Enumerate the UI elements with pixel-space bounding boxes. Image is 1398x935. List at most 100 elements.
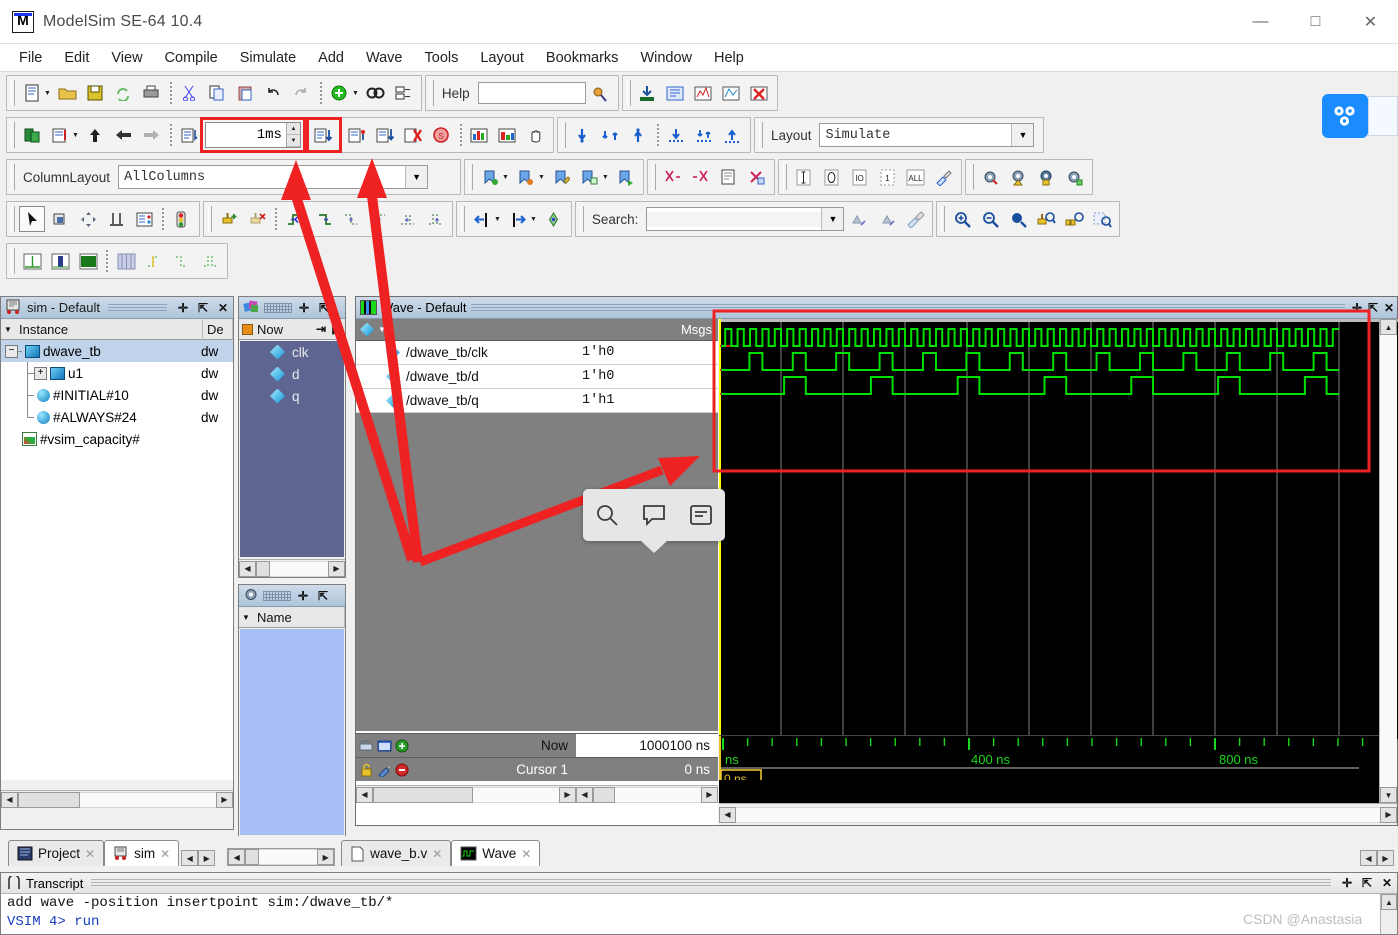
toolbar-grip[interactable]	[461, 206, 465, 232]
grid-icon[interactable]	[113, 248, 139, 274]
scroll-left-button[interactable]: ◀	[719, 806, 736, 823]
toolbar-grip[interactable]	[651, 164, 656, 190]
zoom-cursor-icon[interactable]	[1033, 206, 1059, 232]
toolbar-grip[interactable]	[11, 80, 15, 106]
dock-button[interactable]: ✛	[1349, 300, 1365, 316]
scroll-left-button[interactable]: ◀	[356, 786, 373, 803]
undock-button[interactable]: ⇱	[316, 300, 332, 316]
config-ok-icon[interactable]	[1062, 164, 1088, 190]
edit-props-icon[interactable]	[131, 206, 157, 232]
comment-icon[interactable]	[639, 500, 669, 530]
config-icon[interactable]	[978, 164, 1004, 190]
wave-signal-row-q[interactable]: /dwave_tb/q	[356, 389, 576, 413]
scroll-right-button[interactable]: ▶	[328, 560, 345, 577]
tab-sim[interactable]: sim ✕	[104, 840, 180, 866]
find-prev-icon[interactable]	[846, 206, 872, 232]
toolbar-grip[interactable]	[626, 80, 631, 106]
object-item-clk[interactable]: clk	[240, 341, 344, 363]
simulate-icon[interactable]	[691, 80, 717, 106]
stop-icon[interactable]: S	[429, 122, 455, 148]
toolbar-grip[interactable]	[782, 164, 787, 190]
hand-icon[interactable]	[523, 122, 549, 148]
tab-scroll-right-button[interactable]: ▶	[198, 850, 216, 866]
close-pane-button[interactable]: ✕	[1381, 300, 1397, 316]
insert-signal-icon[interactable]	[570, 122, 596, 148]
bookmark-remove-icon[interactable]	[513, 164, 539, 190]
wave-signal-row-d[interactable]: /dwave_tb/d	[356, 365, 576, 389]
prev-edge-icon[interactable]	[282, 206, 308, 232]
scroll-thumb[interactable]	[593, 786, 615, 803]
copy-icon[interactable]	[205, 80, 231, 106]
io-icon[interactable]: IO	[847, 164, 873, 190]
run-length-input[interactable]	[205, 123, 286, 147]
scroll-left-button[interactable]: ◀	[1, 791, 18, 808]
menu-edit[interactable]: Edit	[53, 47, 100, 69]
cut-icon[interactable]	[177, 80, 203, 106]
scroll-thumb[interactable]	[373, 786, 473, 803]
scroll-thumb[interactable]	[18, 791, 80, 808]
simulate-all-icon[interactable]	[719, 80, 745, 106]
collapse-toggle[interactable]: −	[5, 344, 18, 358]
menu-compile[interactable]: Compile	[154, 47, 229, 69]
find-rising-icon[interactable]	[366, 206, 392, 232]
chevron-down-icon[interactable]: ▼	[502, 174, 509, 181]
back-arrow-icon[interactable]	[111, 122, 137, 148]
close-pane-button[interactable]: ✕	[1379, 875, 1395, 891]
scroll-right-button[interactable]: ▶	[701, 786, 718, 803]
bookmark-edit-icon[interactable]	[549, 164, 575, 190]
baidu-badge-icon[interactable]	[1322, 94, 1368, 138]
wave-signal-hscrollbar[interactable]: ◀ ▶	[356, 785, 576, 803]
bookmark-goto-icon[interactable]	[613, 164, 639, 190]
minimize-button[interactable]: —	[1233, 0, 1288, 44]
close-tab-icon[interactable]: ✕	[432, 847, 442, 861]
scroll-right-button[interactable]: ▶	[1380, 806, 1397, 823]
text-lines-icon[interactable]	[686, 500, 716, 530]
config-warn-icon[interactable]	[1006, 164, 1032, 190]
close-pane-button[interactable]: ✕	[215, 300, 231, 316]
tab-scroll-left-button[interactable]: ◀	[181, 850, 199, 866]
profile-icon[interactable]	[467, 122, 493, 148]
forward-arrow-icon[interactable]	[139, 122, 165, 148]
run-length-field[interactable]: ▲ ▼	[199, 117, 306, 153]
bookmark-list-icon[interactable]	[577, 164, 603, 190]
menu-file[interactable]: File	[8, 47, 53, 69]
undock-button[interactable]: ⇱	[1365, 300, 1381, 316]
undock-button[interactable]: ⇱	[1359, 875, 1375, 891]
properties-icon[interactable]	[391, 80, 417, 106]
close-tab-icon[interactable]: ✕	[85, 847, 95, 861]
tab-project[interactable]: Project ✕	[8, 840, 105, 866]
spin-up-icon[interactable]: ▲	[286, 123, 300, 135]
up-arrow-icon[interactable]	[83, 122, 109, 148]
close-button[interactable]: ✕	[1343, 0, 1398, 44]
next-icon[interactable]: ▶	[329, 321, 345, 337]
toolbar-grip[interactable]	[11, 122, 15, 148]
zoom-range-icon[interactable]	[1061, 206, 1087, 232]
tab-wave[interactable]: Wave ✕	[451, 840, 541, 866]
swap-group-icon[interactable]	[692, 122, 718, 148]
undock-button[interactable]: ⇱	[195, 300, 211, 316]
pane-grip[interactable]	[107, 303, 167, 312]
redo-icon[interactable]	[289, 80, 315, 106]
open-folder-icon[interactable]	[55, 80, 81, 106]
copy-wave-icon[interactable]	[716, 164, 742, 190]
chevron-down-icon[interactable]: ▼	[352, 90, 359, 97]
expand-right-icon[interactable]	[505, 206, 531, 232]
maximize-button[interactable]: □	[1288, 0, 1343, 44]
print-icon[interactable]	[139, 80, 165, 106]
tree-row-always[interactable]: #ALWAYS#24 dw	[1, 406, 233, 428]
break-icon[interactable]	[401, 122, 427, 148]
filter-icon[interactable]: ▼	[239, 613, 253, 622]
close-tab-icon[interactable]: ✕	[160, 847, 170, 861]
wave-filled-icon[interactable]	[75, 248, 101, 274]
menu-wave[interactable]: Wave	[355, 47, 414, 69]
chevron-down-icon[interactable]: ▼	[378, 325, 386, 334]
chevron-down-icon[interactable]: ▼	[494, 216, 501, 223]
toolbar-grip[interactable]	[208, 206, 212, 232]
wave-value-hscrollbar[interactable]: ◀ ▶	[576, 785, 718, 803]
new-file-icon[interactable]	[19, 80, 45, 106]
objects-column-now[interactable]: Now	[257, 322, 283, 337]
wave-vscrollbar[interactable]: ▲ ▼	[1379, 319, 1397, 803]
toolbar-grip[interactable]	[11, 164, 15, 190]
filter-icon[interactable]: ▼	[1, 325, 15, 334]
wave-single-icon[interactable]	[19, 248, 45, 274]
